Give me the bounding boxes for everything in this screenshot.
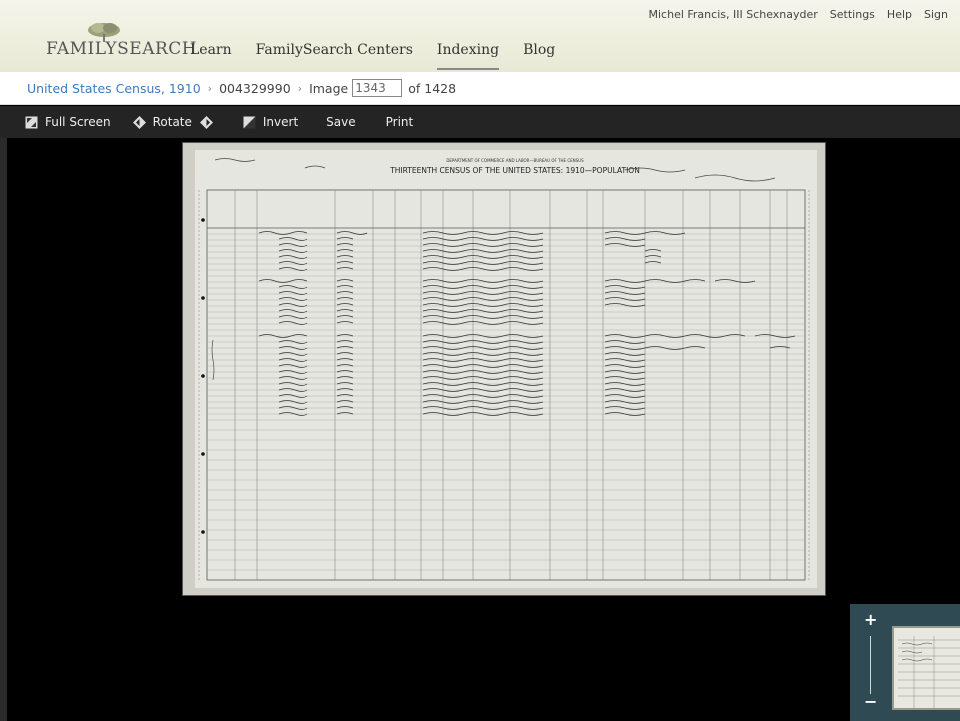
main-nav: Learn FamilySearch Centers Indexing Blog bbox=[190, 42, 579, 70]
nav-learn[interactable]: Learn bbox=[190, 42, 232, 64]
chevron-right-icon: › bbox=[297, 81, 303, 95]
user-menu: Michel Francis, III Schexnayder Settings… bbox=[649, 8, 960, 21]
user-name-link[interactable]: Michel Francis, III Schexnayder bbox=[649, 8, 818, 21]
image-number-input[interactable] bbox=[352, 79, 403, 97]
breadcrumb: United States Census, 1910 › 004329990 ›… bbox=[0, 72, 960, 105]
invert-icon bbox=[243, 116, 256, 128]
chevron-right-icon: › bbox=[207, 81, 213, 95]
navigator-panel: + − bbox=[850, 604, 960, 721]
rotate-right-icon[interactable] bbox=[199, 115, 213, 129]
full-screen-icon bbox=[25, 116, 38, 128]
full-screen-label: Full Screen bbox=[45, 115, 111, 129]
census-title-line1: DEPARTMENT OF COMMERCE AND LABOR—BUREAU … bbox=[446, 158, 584, 163]
thumbnail-graphic bbox=[898, 636, 960, 708]
rotate-label: Rotate bbox=[152, 115, 192, 129]
zoom-slider[interactable] bbox=[870, 636, 871, 694]
census-sheet: DEPARTMENT OF COMMERCE AND LABOR—BUREAU … bbox=[195, 150, 817, 588]
zoom-out-button[interactable]: − bbox=[864, 692, 877, 711]
rotate-left-icon bbox=[132, 115, 146, 129]
viewer-toolbar: Full Screen Rotate Invert Save Print bbox=[0, 106, 960, 138]
viewer-left-edge bbox=[0, 138, 7, 721]
census-form-graphic: DEPARTMENT OF COMMERCE AND LABOR—BUREAU … bbox=[198, 158, 810, 581]
print-button[interactable]: Print bbox=[386, 115, 414, 129]
familysearch-logo[interactable]: FAMILYSEARCH bbox=[46, 22, 197, 66]
image-total: of 1428 bbox=[408, 80, 457, 96]
nav-indexing[interactable]: Indexing bbox=[436, 42, 500, 70]
full-screen-button[interactable]: Full Screen bbox=[25, 115, 111, 129]
census-title-line2: THIRTEENTH CENSUS OF THE UNITED STATES: … bbox=[389, 166, 640, 175]
site-header: FAMILYSEARCH Learn FamilySearch Centers … bbox=[0, 0, 960, 73]
navigator-thumbnail[interactable] bbox=[892, 626, 960, 710]
brand-name: FAMILYSEARCH bbox=[46, 39, 198, 59]
breadcrumb-collection[interactable]: United States Census, 1910 bbox=[27, 81, 201, 96]
invert-button[interactable]: Invert bbox=[243, 115, 298, 129]
help-link[interactable]: Help bbox=[887, 8, 912, 21]
census-record-image[interactable]: DEPARTMENT OF COMMERCE AND LABOR—BUREAU … bbox=[183, 143, 825, 595]
breadcrumb-film: 004329990 bbox=[219, 80, 291, 96]
save-label: Save bbox=[326, 115, 356, 129]
print-label: Print bbox=[385, 115, 414, 129]
zoom-in-button[interactable]: + bbox=[864, 610, 877, 629]
sign-link[interactable]: Sign bbox=[924, 8, 948, 21]
nav-familysearch-centers[interactable]: FamilySearch Centers bbox=[256, 42, 413, 64]
image-label: Image bbox=[309, 80, 349, 96]
save-button[interactable]: Save bbox=[326, 115, 355, 129]
invert-label: Invert bbox=[262, 115, 299, 129]
rotate-left-button[interactable]: Rotate bbox=[132, 115, 213, 129]
settings-link[interactable]: Settings bbox=[830, 8, 875, 21]
nav-blog[interactable]: Blog bbox=[523, 42, 555, 64]
image-viewer[interactable]: DEPARTMENT OF COMMERCE AND LABOR—BUREAU … bbox=[0, 138, 960, 721]
